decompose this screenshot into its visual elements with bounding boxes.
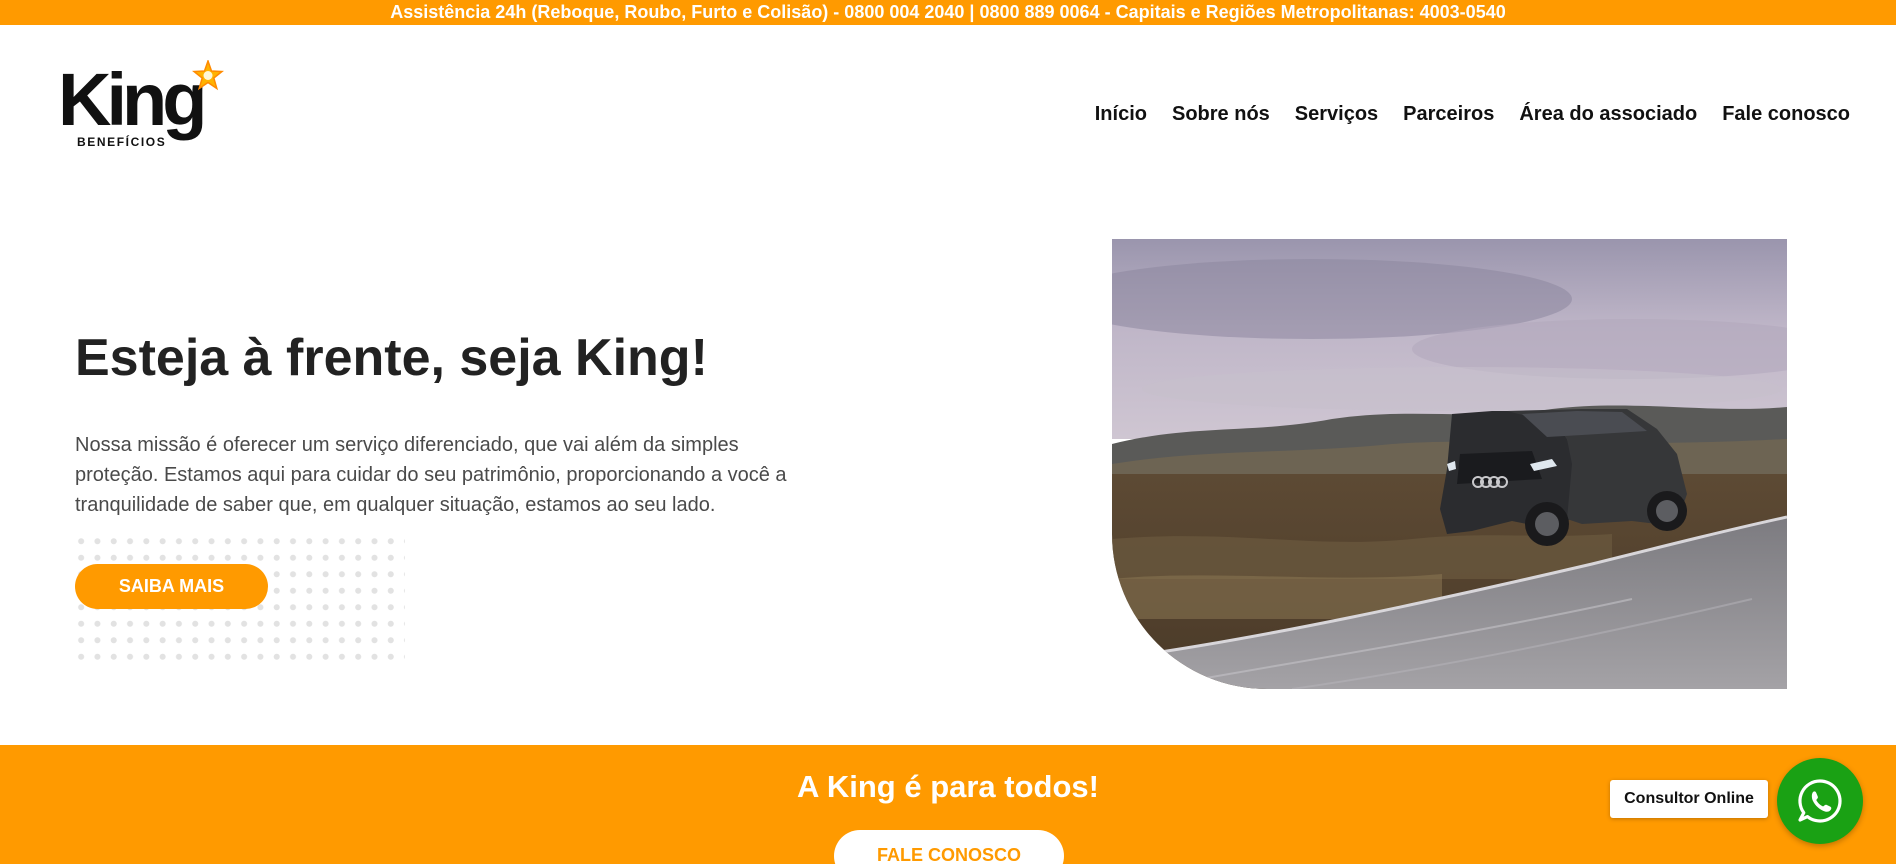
hero-description: Nossa missão é oferecer um serviço difer… (75, 434, 787, 516)
hero-car-image (1112, 239, 1787, 689)
fale-conosco-button[interactable]: FALE CONOSCO (834, 830, 1064, 864)
top-announcement-bar: Assistência 24h (Reboque, Roubo, Furto e… (0, 0, 1896, 25)
whatsapp-icon (1798, 779, 1842, 823)
king-logo[interactable]: King BENEFÍCIOS (58, 60, 228, 160)
logo-word: King (58, 58, 207, 141)
nav-fale-conosco[interactable]: Fale conosco (1722, 100, 1850, 128)
nav-servicos[interactable]: Serviços (1295, 100, 1378, 128)
star-icon (192, 60, 224, 91)
nav-inicio[interactable]: Início (1095, 100, 1147, 128)
nav-parceiros[interactable]: Parceiros (1403, 100, 1494, 128)
consultor-online-label[interactable]: Consultor Online (1610, 780, 1768, 818)
hero-title: Esteja à frente, seja King! (75, 329, 708, 387)
logo-subtitle: BENEFÍCIOS (75, 135, 169, 149)
nav-sobre-nos[interactable]: Sobre nós (1172, 100, 1270, 128)
nav-area-do-associado[interactable]: Área do associado (1519, 100, 1697, 128)
announcement-text: Assistência 24h (Reboque, Roubo, Furto e… (390, 2, 1506, 22)
whatsapp-button[interactable] (1777, 758, 1863, 844)
main-navigation: Início Sobre nós Serviços Parceiros Área… (1095, 100, 1850, 128)
saiba-mais-button[interactable]: SAIBA MAIS (75, 564, 268, 609)
